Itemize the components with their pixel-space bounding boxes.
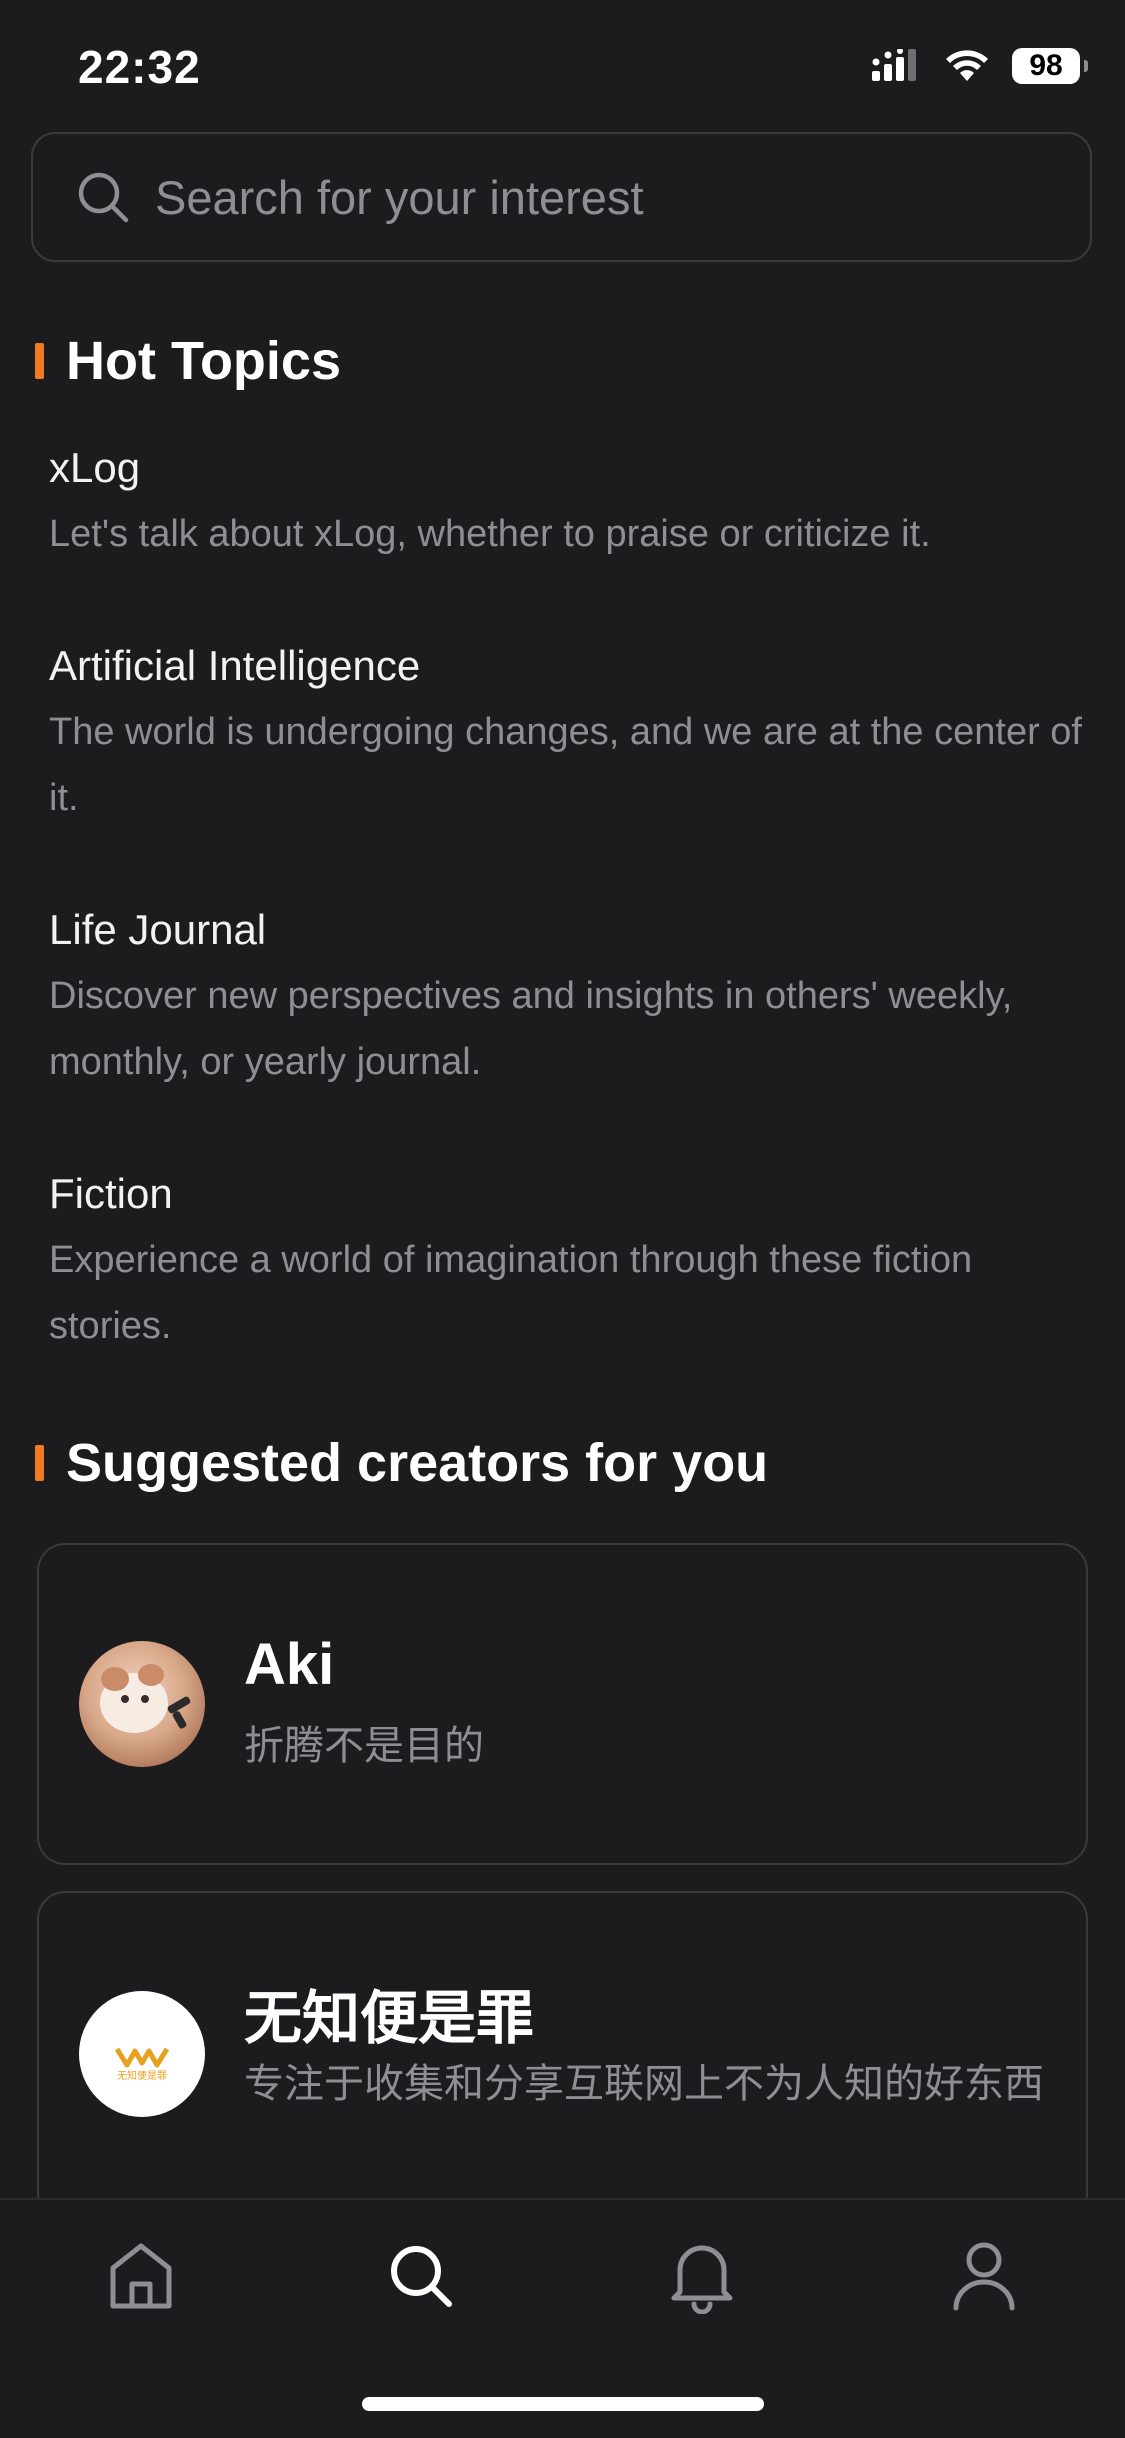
hot-topics-header: Hot Topics — [35, 330, 341, 392]
tab-profile[interactable] — [944, 2236, 1024, 2316]
creator-card-wuzhi[interactable]: 无知便是罪 无知便是罪 专注于收集和分享互联网上不为人知的好东西 — [37, 1891, 1088, 2221]
search-icon — [391, 2246, 452, 2307]
status-bar: 22:32 98 — [0, 0, 1125, 135]
creator-card-aki[interactable]: Aki 折腾不是目的 — [37, 1543, 1088, 1865]
topic-description: Let's talk about xLog, whether to praise… — [49, 513, 931, 555]
topic-item-life-journal[interactable]: Life Journal Discover new perspectives a… — [49, 897, 1089, 1095]
home-indicator[interactable] — [362, 2397, 764, 2411]
avatar: 无知便是罪 — [79, 1991, 205, 2117]
search-input[interactable] — [153, 168, 1090, 226]
battery-icon: 98 — [1012, 48, 1088, 84]
topic-item-xlog[interactable]: xLog Let's talk about xLog, whether to p… — [49, 435, 1089, 567]
topic-title: Life Journal — [49, 906, 267, 953]
topic-description: The world is undergoing changes, and we … — [49, 711, 1082, 819]
status-time: 22:32 — [78, 41, 201, 93]
battery-level: 98 — [1029, 49, 1063, 82]
suggested-creators-title: Suggested creators for you — [66, 1433, 769, 1493]
creator-name: Aki — [244, 1632, 335, 1697]
user-icon — [953, 2242, 1015, 2311]
search-icon — [78, 172, 129, 223]
signal-icon — [872, 49, 916, 81]
status-icons: 98 — [872, 48, 1088, 84]
topic-description: Discover new perspectives and insights i… — [49, 975, 1013, 1083]
tab-search[interactable] — [381, 2236, 461, 2316]
tab-notifications[interactable] — [662, 2236, 742, 2316]
avatar-logo-text: 无知便是罪 — [117, 2069, 167, 2082]
creator-bio: 专注于收集和分享互联网上不为人知的好东西 — [244, 2062, 1044, 2106]
hot-topics-list: xLog Let's talk about xLog, whether to p… — [49, 435, 1089, 1425]
section-accent-bar — [35, 1445, 44, 1481]
topic-title: Fiction — [49, 1170, 173, 1217]
tab-home[interactable] — [101, 2236, 181, 2316]
topic-title: xLog — [49, 444, 141, 491]
home-icon — [110, 2243, 172, 2309]
hot-topics-title: Hot Topics — [66, 331, 341, 391]
avatar — [79, 1641, 205, 1767]
topic-title: Artificial Intelligence — [49, 642, 421, 689]
wifi-icon — [946, 50, 988, 81]
creator-bio: 折腾不是目的 — [244, 1724, 484, 1768]
topic-item-artificial-intelligence[interactable]: Artificial Intelligence The world is und… — [49, 633, 1089, 831]
section-accent-bar — [35, 343, 44, 379]
search-bar[interactable] — [31, 132, 1092, 262]
bell-icon — [671, 2245, 733, 2314]
topic-item-fiction[interactable]: Fiction Experience a world of imaginatio… — [49, 1161, 1089, 1359]
creator-name: 无知便是罪 — [244, 1986, 535, 2051]
topic-description: Experience a world of imagination throug… — [49, 1239, 973, 1347]
suggested-creators-header: Suggested creators for you — [35, 1432, 768, 1494]
